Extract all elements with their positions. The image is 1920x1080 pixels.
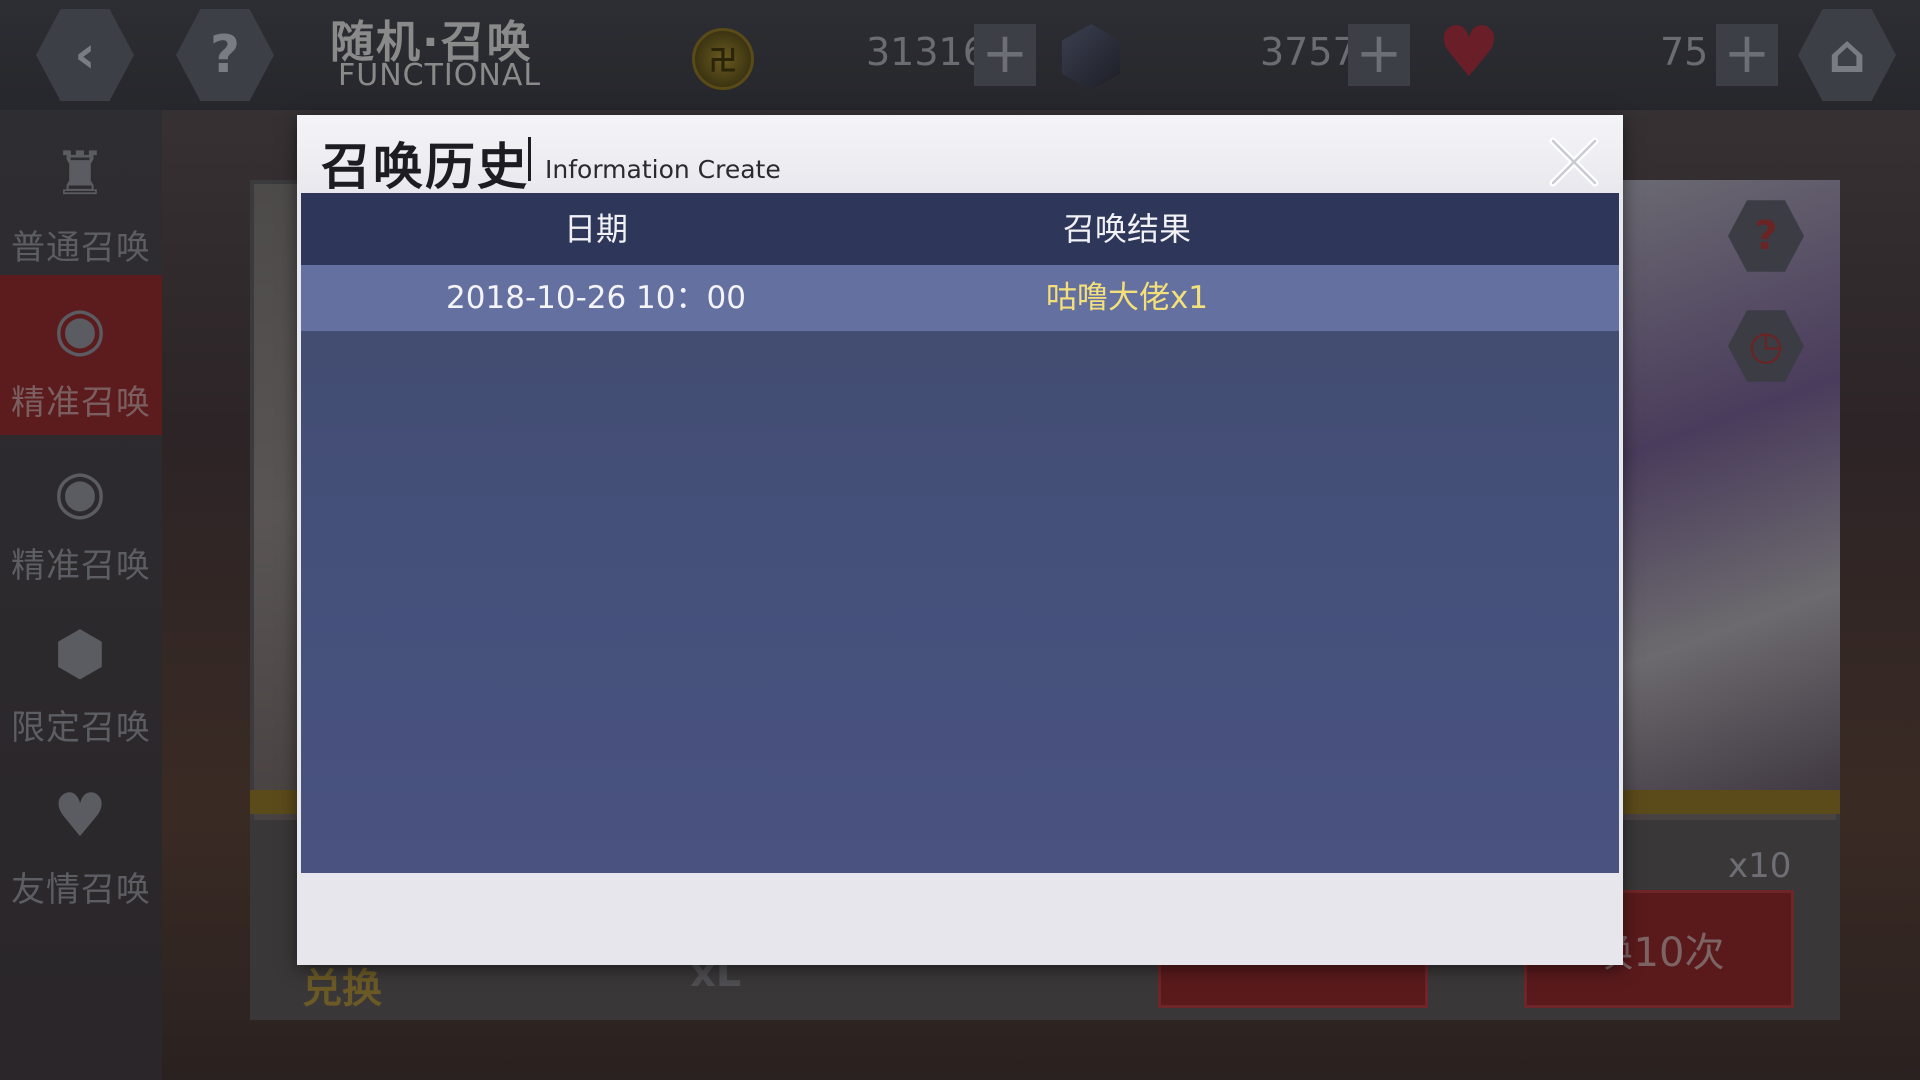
gem-icon	[1062, 24, 1120, 90]
add-coins-button[interactable]: +	[974, 24, 1036, 86]
home-icon: ⌂	[1828, 25, 1866, 85]
dialog-subtitle: Information Create	[545, 155, 781, 184]
eye-emblem-icon: ◉	[53, 294, 107, 364]
home-button[interactable]: ⌂	[1798, 8, 1896, 102]
heart-icon: ♥	[1437, 11, 1501, 93]
add-hearts-button[interactable]: +	[1716, 24, 1778, 86]
summon-history-dialog: 召唤历史 Information Create 日期 召唤结果 2018-10-…	[297, 115, 1623, 965]
dialog-title: 召唤历史	[321, 138, 529, 196]
column-header-result: 召唤结果	[1062, 210, 1191, 248]
row-result: 咕噜大佬x1	[1045, 280, 1209, 316]
close-icon	[1549, 137, 1599, 187]
row-date: 2018-10-26 10：00	[446, 280, 746, 316]
help-icon: ?	[1754, 213, 1778, 259]
coin-icon: 卍	[692, 28, 754, 90]
table-header: 日期 召唤结果	[301, 193, 1619, 265]
close-button[interactable]	[1545, 133, 1603, 191]
back-arrow-icon: ‹	[74, 25, 96, 85]
summon-pedestal-icon: ♜	[53, 139, 107, 209]
page-subtitle: FUNCTIONAL	[338, 58, 542, 93]
clock-icon: ◷	[1748, 323, 1784, 369]
sidebar-item-limited-summon[interactable]: ⬢ 限定召唤	[0, 600, 162, 760]
sidebar-item-normal-summon[interactable]: ♜ 普通召唤	[0, 120, 162, 280]
dialog-header: 召唤历史 Information Create	[297, 115, 1623, 196]
dialog-footer	[297, 873, 1623, 965]
title-divider	[528, 137, 531, 181]
heart-count: 75	[1660, 30, 1709, 74]
multiplier-label: x10	[1728, 846, 1792, 886]
column-header-date: 日期	[563, 210, 628, 248]
game-screen: ‹ ? 随机·召唤 FUNCTIONAL 卍 313161 + 3757 + ♥…	[0, 0, 1920, 1080]
help-button[interactable]: ?	[176, 8, 274, 102]
sidebar-item-friend-summon[interactable]: ♥ 友情召唤	[0, 762, 162, 922]
history-table: 日期 召唤结果 2018-10-26 10：00 咕噜大佬x1	[301, 193, 1619, 873]
help-icon: ?	[209, 25, 241, 85]
back-button[interactable]: ‹	[36, 8, 134, 102]
top-bar: ‹ ? 随机·召唤 FUNCTIONAL 卍 313161 + 3757 + ♥…	[0, 0, 1920, 110]
gem-count: 3757	[1260, 30, 1357, 74]
summon-sidebar: ♜ 普通召唤 ◉ 精准召唤 ◉ 精准召唤 ⬢ 限定召唤 ♥ 友情召唤	[0, 110, 162, 1080]
sidebar-item-precise-summon[interactable]: ◉ 精准召唤	[0, 275, 162, 435]
sidebar-item-precise-summon-2[interactable]: ◉ 精准召唤	[0, 438, 162, 598]
heart-icon: ♥	[53, 781, 107, 851]
hexagon-cluster-icon: ⬢	[53, 619, 107, 689]
eye-emblem-icon: ◉	[53, 457, 107, 527]
character-artwork	[1610, 180, 1840, 800]
add-gems-button[interactable]: +	[1348, 24, 1410, 86]
table-row: 2018-10-26 10：00 咕噜大佬x1	[301, 265, 1619, 331]
